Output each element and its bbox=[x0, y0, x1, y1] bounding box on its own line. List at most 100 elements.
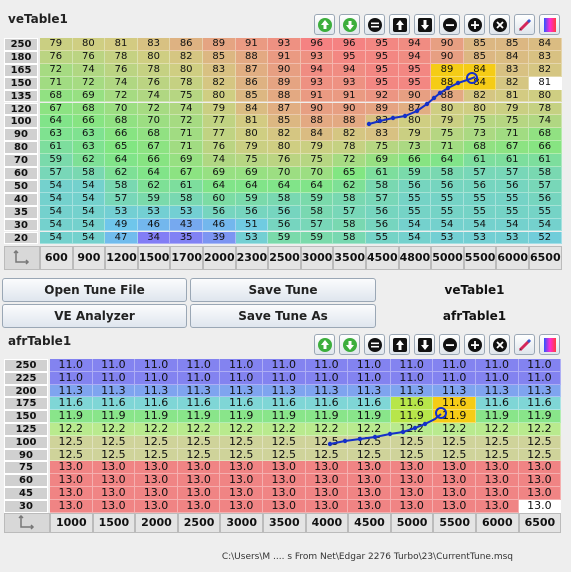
ve-cell[interactable]: 54 bbox=[72, 218, 106, 232]
ve-cell[interactable]: 71 bbox=[170, 141, 203, 155]
ve-equals-button[interactable] bbox=[364, 14, 385, 35]
ve-cell[interactable]: 76 bbox=[72, 50, 106, 64]
afr-cell[interactable]: 13.0 bbox=[518, 499, 562, 513]
ve-cell[interactable]: 68 bbox=[529, 128, 562, 142]
ve-cell[interactable]: 66 bbox=[529, 141, 562, 155]
ve-cell[interactable]: 90 bbox=[431, 50, 464, 64]
ve-cell[interactable]: 68 bbox=[463, 141, 497, 155]
ve-cell[interactable]: 95 bbox=[333, 50, 366, 64]
ve-cell[interactable]: 83 bbox=[366, 128, 399, 142]
afr-cell[interactable]: 11.0 bbox=[390, 359, 434, 372]
ve-cell[interactable]: 80 bbox=[463, 102, 497, 116]
afr-cell[interactable]: 12.5 bbox=[263, 435, 306, 449]
ve-cell[interactable]: 55 bbox=[529, 205, 562, 219]
afr-cell[interactable]: 13.0 bbox=[135, 487, 178, 500]
ve-cell[interactable]: 59 bbox=[300, 192, 334, 206]
ve-cell[interactable]: 58 bbox=[300, 205, 334, 219]
ve-cell[interactable]: 80 bbox=[170, 63, 203, 77]
afr-cell[interactable]: 12.2 bbox=[220, 423, 263, 436]
afr-cell[interactable]: 12.5 bbox=[50, 435, 93, 449]
ve-cell[interactable]: 80 bbox=[431, 102, 464, 116]
afr-cell[interactable]: 13.0 bbox=[263, 487, 306, 500]
afr-cell[interactable]: 11.0 bbox=[433, 371, 476, 385]
ve-cell[interactable]: 67 bbox=[496, 141, 529, 155]
ve-cell[interactable]: 70 bbox=[300, 167, 334, 180]
afr-cell[interactable]: 13.0 bbox=[305, 487, 349, 500]
afr-cell[interactable]: 13.0 bbox=[476, 487, 519, 500]
ve-cell[interactable]: 83 bbox=[496, 63, 529, 77]
ve-cell[interactable]: 61 bbox=[496, 154, 529, 167]
ve-cell[interactable]: 54 bbox=[72, 179, 106, 193]
ve-cell[interactable]: 54 bbox=[40, 231, 73, 245]
ve-cell[interactable]: 77 bbox=[203, 115, 236, 129]
ve-cell[interactable]: 83 bbox=[366, 115, 399, 129]
ve-cell[interactable]: 62 bbox=[72, 154, 106, 167]
ve-cell[interactable]: 63 bbox=[72, 128, 106, 142]
afr-cell[interactable]: 12.2 bbox=[263, 423, 306, 436]
ve-cell[interactable]: 54 bbox=[431, 218, 464, 232]
ve-cell[interactable]: 58 bbox=[170, 192, 203, 206]
ve-cell[interactable]: 80 bbox=[137, 50, 171, 64]
ve-cell[interactable]: 82 bbox=[268, 128, 301, 142]
ve-cell[interactable]: 68 bbox=[40, 89, 73, 103]
ve-cell[interactable]: 58 bbox=[333, 231, 366, 245]
ve-cell[interactable]: 80 bbox=[235, 128, 269, 142]
ve-cell[interactable]: 68 bbox=[137, 128, 171, 142]
ve-cell[interactable]: 95 bbox=[366, 63, 399, 77]
ve-cell[interactable]: 65 bbox=[333, 167, 366, 180]
ve-cell[interactable]: 56 bbox=[463, 179, 497, 193]
afr-cell[interactable]: 13.0 bbox=[476, 499, 519, 513]
ve-cell[interactable]: 78 bbox=[529, 102, 562, 116]
save-tune-as-button[interactable]: Save Tune As bbox=[190, 304, 376, 328]
ve-cell[interactable]: 78 bbox=[170, 76, 203, 90]
ve-up-arrow-green-button[interactable] bbox=[314, 14, 335, 35]
ve-cell[interactable]: 62 bbox=[105, 167, 138, 180]
ve-cell[interactable]: 58 bbox=[72, 167, 106, 180]
afr-cell[interactable]: 11.0 bbox=[50, 359, 93, 372]
ve-cell[interactable]: 53 bbox=[137, 205, 171, 219]
ve-cell[interactable]: 68 bbox=[72, 102, 106, 116]
afr-cell[interactable]: 13.0 bbox=[135, 499, 178, 513]
ve-cell[interactable]: 79 bbox=[496, 102, 529, 116]
ve-cell[interactable]: 72 bbox=[137, 102, 171, 116]
ve-cell[interactable]: 52 bbox=[529, 231, 562, 245]
ve-cell[interactable]: 57 bbox=[366, 192, 399, 206]
ve-cell[interactable]: 64 bbox=[137, 167, 171, 180]
ve-cell[interactable]: 53 bbox=[463, 231, 497, 245]
afr-cell[interactable]: 13.0 bbox=[390, 487, 434, 500]
ve-cell[interactable]: 69 bbox=[170, 154, 203, 167]
ve-cell[interactable]: 67 bbox=[137, 141, 171, 155]
ve-cell[interactable]: 61 bbox=[40, 141, 73, 155]
afr-cell[interactable]: 11.0 bbox=[177, 371, 221, 385]
ve-cell[interactable]: 85 bbox=[235, 89, 269, 103]
afr-cell[interactable]: 11.0 bbox=[348, 371, 391, 385]
ve-cell[interactable]: 53 bbox=[170, 205, 203, 219]
ve-cell[interactable]: 76 bbox=[40, 50, 73, 64]
ve-cell[interactable]: 95 bbox=[366, 76, 399, 90]
ve-cell[interactable]: 94 bbox=[398, 50, 432, 64]
ve-cell[interactable]: 91 bbox=[235, 38, 269, 51]
afr-cell[interactable]: 11.0 bbox=[263, 359, 306, 372]
ve-analyzer-button[interactable]: VE Analyzer bbox=[2, 304, 187, 328]
afr-cell[interactable]: 12.2 bbox=[518, 423, 562, 436]
ve-cell[interactable]: 56 bbox=[366, 218, 399, 232]
ve-cell[interactable]: 89 bbox=[268, 76, 301, 90]
ve-cell[interactable]: 82 bbox=[170, 50, 203, 64]
ve-cell[interactable]: 57 bbox=[529, 179, 562, 193]
afr-cell[interactable]: 12.5 bbox=[177, 435, 221, 449]
ve-cell[interactable]: 74 bbox=[72, 63, 106, 77]
ve-cell[interactable]: 54 bbox=[72, 205, 106, 219]
ve-cell[interactable]: 55 bbox=[398, 192, 432, 206]
ve-cell[interactable]: 74 bbox=[137, 89, 171, 103]
afr-cell[interactable]: 12.2 bbox=[305, 423, 349, 436]
ve-cell[interactable]: 59 bbox=[300, 231, 334, 245]
ve-cell[interactable]: 68 bbox=[105, 115, 138, 129]
ve-cell[interactable]: 90 bbox=[268, 63, 301, 77]
afr-cell[interactable]: 13.0 bbox=[348, 499, 391, 513]
ve-cell[interactable]: 89 bbox=[203, 38, 236, 51]
afr-cell[interactable]: 11.0 bbox=[263, 371, 306, 385]
ve-cell[interactable]: 95 bbox=[366, 50, 399, 64]
afr-minus-button[interactable] bbox=[439, 334, 460, 355]
afr-cell[interactable]: 11.0 bbox=[220, 359, 263, 372]
ve-cell[interactable]: 55 bbox=[431, 192, 464, 206]
